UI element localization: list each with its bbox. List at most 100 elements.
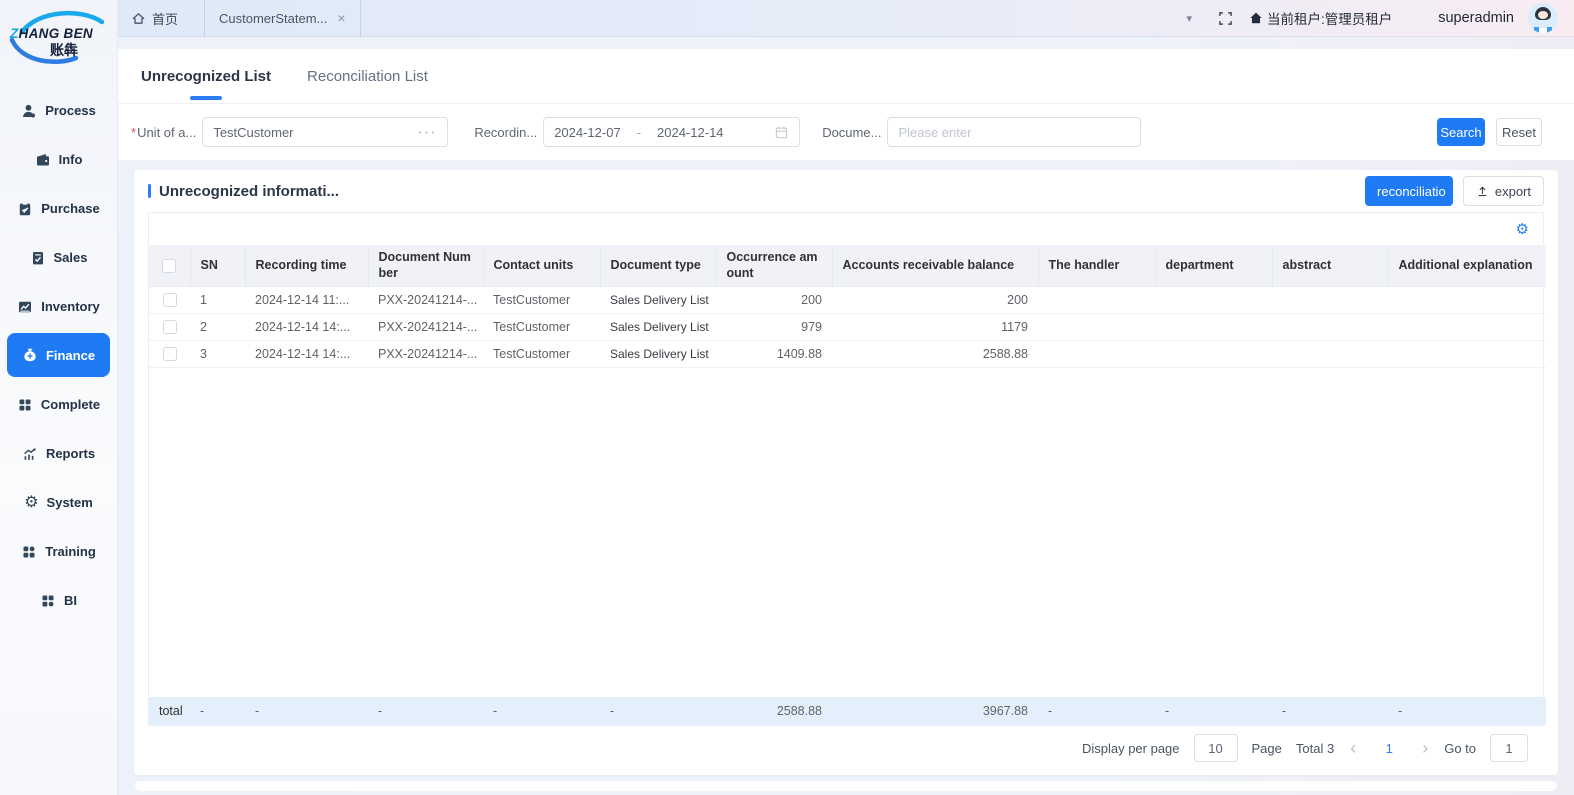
home-label: 首页 xyxy=(152,9,178,28)
col-recording-time: Recording time xyxy=(245,245,368,286)
unrecognized-table: SN Recording time Document Number Contac… xyxy=(149,245,1546,368)
sidebar-item-label: BI xyxy=(64,593,77,608)
col-occurrence-amount: Occurrence amount xyxy=(716,245,832,286)
page-size-input[interactable] xyxy=(1195,741,1237,756)
per-page-label: Display per page xyxy=(1082,741,1180,756)
total-row-table: total - - - - - 2588.88 3967.88 - - - - xyxy=(149,697,1546,725)
sidebar-item-system[interactable]: ⚙ System xyxy=(7,478,110,527)
col-additional-explanation: Additional explanation xyxy=(1388,245,1546,286)
next-page-icon[interactable]: › xyxy=(1420,739,1430,757)
username[interactable]: superadmin xyxy=(1438,10,1514,26)
more-options-icon[interactable]: ··· xyxy=(418,125,437,140)
row-checkbox[interactable] xyxy=(163,293,177,307)
brand-name-cn: 账犇 xyxy=(50,42,110,58)
column-settings-gear-icon[interactable]: ⚙ xyxy=(1516,222,1529,237)
page-size-field[interactable] xyxy=(1194,734,1238,762)
col-document-type: Document type xyxy=(600,245,716,286)
table-empty-space xyxy=(149,368,1543,698)
sidebar-item-sales[interactable]: Sales xyxy=(7,233,110,282)
section-title: Unrecognized informati... xyxy=(159,183,339,200)
document-filter-field[interactable] xyxy=(887,117,1141,147)
reconciliation-button[interactable]: reconciliatio xyxy=(1365,176,1453,206)
data-table-container: ⚙ SN Recording time Document xyxy=(148,212,1544,726)
table-header-row: SN Recording time Document Number Contac… xyxy=(149,245,1546,286)
home-nav[interactable]: 首页 xyxy=(131,9,178,28)
doc-check-icon xyxy=(30,250,46,266)
fullscreen-icon[interactable] xyxy=(1218,11,1233,26)
table-row[interactable]: 2 2024-12-14 14:... PXX-20241214-... Tes… xyxy=(149,313,1546,340)
sidebar-item-label: Sales xyxy=(54,250,88,265)
date-start[interactable]: 2024-12-07 xyxy=(554,125,621,140)
col-department: department xyxy=(1155,245,1272,286)
current-page[interactable]: 1 xyxy=(1372,741,1406,756)
row-checkbox[interactable] xyxy=(163,320,177,334)
calendar-icon[interactable] xyxy=(774,125,789,140)
date-end[interactable]: 2024-12-14 xyxy=(657,125,724,140)
pagination: Display per page Page Total 3 ‹ 1 › Go t… xyxy=(148,726,1544,770)
export-button[interactable]: export xyxy=(1463,176,1544,206)
sidebar-item-label: Info xyxy=(59,152,83,167)
row-checkbox[interactable] xyxy=(163,347,177,361)
grid-icon xyxy=(21,544,37,560)
horizontal-scrollbar[interactable] xyxy=(135,781,1557,791)
title-accent-bar xyxy=(148,184,151,198)
page-label: Page xyxy=(1252,741,1282,756)
sidebar-item-purchase[interactable]: Purchase xyxy=(7,184,110,233)
tab-label: Unrecognized List xyxy=(141,68,271,85)
wallet-icon xyxy=(35,152,51,168)
sidebar-item-training[interactable]: Training xyxy=(7,527,110,576)
prev-page-icon[interactable]: ‹ xyxy=(1348,739,1358,757)
goto-page-field[interactable] xyxy=(1490,734,1528,762)
user-icon xyxy=(21,103,37,119)
chevron-down-icon[interactable]: ▾ xyxy=(1186,12,1192,25)
tab-label: Reconciliation List xyxy=(307,68,428,85)
goto-label: Go to xyxy=(1444,741,1476,756)
tenant-label: 当前租户:管理员租户 xyxy=(1267,8,1392,28)
col-sn: SN xyxy=(190,245,245,286)
chart-icon xyxy=(17,299,33,315)
grid-icon xyxy=(17,397,33,413)
sidebar-item-finance[interactable]: Finance xyxy=(7,333,110,377)
brand-logo: ZHANG BEN 账犇 xyxy=(0,0,117,86)
goto-page-input[interactable] xyxy=(1491,741,1527,756)
sidebar-item-process[interactable]: Process xyxy=(7,86,110,135)
active-tab-indicator xyxy=(190,96,222,100)
sidebar-item-label: Training xyxy=(45,544,96,559)
tab-unrecognized-list[interactable]: Unrecognized List xyxy=(141,49,271,103)
clipboard-icon xyxy=(17,201,33,217)
content-area: Unrecognized informati... reconciliatio xyxy=(118,160,1574,795)
reset-button[interactable]: Reset xyxy=(1496,118,1542,146)
select-all-checkbox[interactable] xyxy=(162,259,176,273)
sidebar-item-complete[interactable]: Complete xyxy=(7,380,110,429)
col-document-number: Document Number xyxy=(368,245,483,286)
open-tab-customer-statement[interactable]: CustomerStatem... × xyxy=(204,0,361,37)
main-area: 首页 CustomerStatem... × ▾ 当前租户:管理员租户 xyxy=(118,0,1574,795)
sidebar-menu: Process Info Purchase xyxy=(0,86,117,625)
sidebar-item-label: Purchase xyxy=(41,201,100,216)
col-contact-units: Contact units xyxy=(483,245,600,286)
date-separator: - xyxy=(627,125,651,140)
document-input[interactable] xyxy=(898,125,1130,140)
total-row: total - - - - - 2588.88 3967.88 - - - - xyxy=(149,697,1546,725)
unit-input[interactable] xyxy=(213,125,418,140)
tenant-home-icon xyxy=(1249,11,1263,25)
col-the-handler: The handler xyxy=(1038,245,1155,286)
close-icon[interactable]: × xyxy=(337,10,345,26)
avatar[interactable] xyxy=(1528,3,1558,33)
sidebar-item-inventory[interactable]: Inventory xyxy=(7,282,110,331)
total-count-label: Total 3 xyxy=(1296,741,1334,756)
search-button[interactable]: Search xyxy=(1437,118,1485,146)
table-row[interactable]: 3 2024-12-14 14:... PXX-20241214-... Tes… xyxy=(149,340,1546,367)
tab-reconciliation-list[interactable]: Reconciliation List xyxy=(307,49,428,103)
sidebar-item-reports[interactable]: Reports xyxy=(7,429,110,478)
unit-select[interactable]: ··· xyxy=(202,117,448,147)
money-bag-icon xyxy=(22,347,38,363)
sidebar-item-label: Inventory xyxy=(41,299,100,314)
table-row[interactable]: 1 2024-12-14 11:... PXX-20241214-... Tes… xyxy=(149,286,1546,313)
recording-date-range[interactable]: 2024-12-07 - 2024-12-14 xyxy=(543,117,800,147)
sidebar-item-info[interactable]: Info xyxy=(7,135,110,184)
sidebar-item-bi[interactable]: BI xyxy=(7,576,110,625)
grid-icon xyxy=(40,593,56,609)
col-abstract: abstract xyxy=(1272,245,1388,286)
required-asterisk: * xyxy=(131,125,136,140)
